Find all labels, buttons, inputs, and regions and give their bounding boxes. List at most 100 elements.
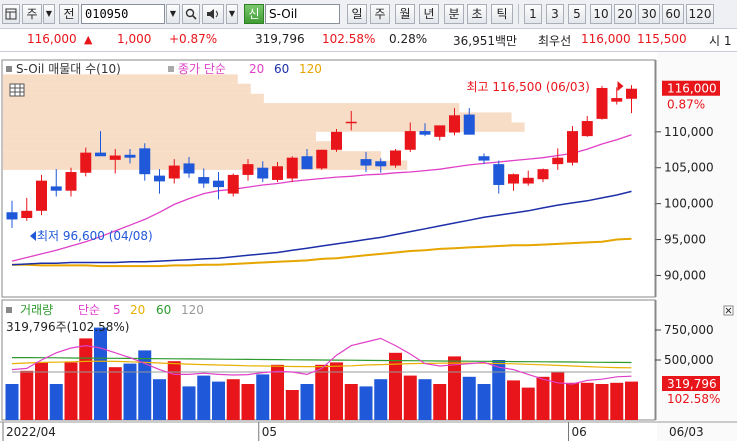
volume-bar[interactable]	[197, 375, 211, 420]
candle-body[interactable]	[537, 169, 549, 180]
candle-body[interactable]	[522, 177, 534, 184]
interval-button-3[interactable]: 3	[546, 4, 564, 24]
candle-body[interactable]	[626, 88, 637, 99]
candle-body[interactable]	[552, 157, 564, 165]
interval-button-10[interactable]: 10	[590, 4, 612, 24]
candle-body[interactable]	[213, 180, 224, 188]
candle-body[interactable]	[419, 131, 431, 135]
candle-body[interactable]	[109, 155, 121, 160]
candle-body[interactable]	[286, 157, 298, 179]
volume-bar[interactable]	[595, 384, 609, 420]
candle-body[interactable]	[80, 152, 92, 173]
tab-period-month[interactable]: 월	[395, 4, 415, 24]
candle-body[interactable]	[596, 88, 608, 119]
volume-bar[interactable]	[330, 362, 343, 420]
interval-button-60[interactable]: 60	[662, 4, 684, 24]
volume-bar[interactable]	[492, 360, 506, 420]
candle-body[interactable]	[404, 131, 416, 150]
volume-bar[interactable]	[256, 374, 270, 420]
volume-bar[interactable]	[138, 350, 152, 420]
volume-bar[interactable]	[182, 386, 196, 420]
tab-period-day[interactable]: 일	[347, 4, 367, 24]
volume-bar[interactable]	[433, 384, 447, 420]
volume-bar[interactable]	[551, 372, 565, 420]
volume-bar[interactable]	[5, 384, 19, 420]
candle-body[interactable]	[183, 163, 195, 174]
volume-bar[interactable]	[108, 367, 122, 420]
candle-body[interactable]	[301, 156, 313, 170]
interval-button-5[interactable]: 5	[568, 4, 586, 24]
volume-bar[interactable]	[610, 382, 624, 420]
candle-body[interactable]	[316, 149, 328, 169]
volume-bar[interactable]	[403, 375, 417, 420]
interval-button-1[interactable]: 1	[524, 4, 542, 24]
volume-bar[interactable]	[271, 364, 284, 420]
tab-period-year[interactable]: 년	[419, 4, 439, 24]
candle-body[interactable]	[434, 125, 446, 137]
volume-bar[interactable]	[507, 380, 520, 420]
tab-period-tick[interactable]: 틱	[491, 4, 513, 24]
volume-bar[interactable]	[477, 384, 491, 420]
candle-body[interactable]	[331, 131, 342, 150]
vol-ma60-legend[interactable]: 60	[156, 303, 171, 317]
candle-body[interactable]	[449, 115, 460, 133]
ma20-legend[interactable]: 20	[249, 62, 264, 76]
candle-body[interactable]	[345, 121, 357, 124]
stock-name-input[interactable]	[265, 4, 340, 24]
volume-bar[interactable]	[285, 390, 299, 420]
candle-body[interactable]	[567, 131, 578, 163]
interval-button-30[interactable]: 30	[638, 4, 660, 24]
candle-body[interactable]	[95, 152, 106, 157]
candle-body[interactable]	[257, 167, 269, 179]
volume-bar[interactable]	[448, 356, 461, 420]
market-dropdown-icon[interactable]: ▼	[43, 4, 55, 24]
volume-bar[interactable]	[153, 379, 166, 420]
volume-bar[interactable]	[35, 362, 48, 420]
candle-body[interactable]	[272, 166, 283, 180]
chart-area[interactable]: S-Oil 매물대 수(10) 종가 단순 20 60 120 최고 116,5…	[0, 52, 737, 441]
volume-bar[interactable]	[359, 386, 373, 420]
candle-body[interactable]	[375, 161, 387, 167]
search-icon[interactable]	[182, 4, 200, 24]
ma60-legend[interactable]: 60	[274, 62, 289, 76]
volume-bar[interactable]	[167, 361, 181, 420]
tab-period-week[interactable]: 주	[370, 4, 390, 24]
candle-body[interactable]	[198, 177, 210, 184]
volume-bar[interactable]	[418, 379, 432, 420]
tab-period-second[interactable]: 초	[467, 4, 487, 24]
volume-bar[interactable]	[315, 364, 329, 420]
volume-bar[interactable]	[374, 379, 388, 420]
close-pane-icon[interactable]	[723, 305, 734, 316]
volume-bar[interactable]	[64, 362, 78, 420]
interval-button-120[interactable]: 120	[686, 4, 714, 24]
volume-bar[interactable]	[580, 382, 594, 420]
candle-body[interactable]	[139, 148, 151, 175]
candle-body[interactable]	[124, 154, 136, 158]
volume-bar[interactable]	[625, 381, 638, 420]
speaker-icon[interactable]	[202, 4, 224, 24]
candle-body[interactable]	[6, 212, 18, 220]
volume-bar[interactable]	[49, 384, 63, 420]
volume-bar[interactable]	[226, 379, 240, 420]
candle-body[interactable]	[390, 150, 401, 166]
sound-dropdown-icon[interactable]: ▼	[226, 4, 238, 24]
vol-ma20-legend[interactable]: 20	[130, 303, 145, 317]
candle-body[interactable]	[581, 121, 593, 137]
volume-bar[interactable]	[566, 382, 579, 420]
market-button[interactable]: 주	[22, 4, 42, 24]
candle-body[interactable]	[168, 165, 180, 179]
ma120-legend[interactable]: 120	[299, 62, 322, 76]
vol-ma5-legend[interactable]: 5	[113, 303, 121, 317]
volume-bar[interactable]	[79, 338, 93, 420]
volume-bar[interactable]	[536, 376, 550, 420]
candle-body[interactable]	[50, 186, 62, 191]
volume-bar[interactable]	[389, 352, 402, 420]
volume-bar[interactable]	[462, 376, 476, 420]
volume-bar[interactable]	[300, 384, 314, 420]
volume-bar[interactable]	[20, 370, 34, 420]
volume-bar[interactable]	[521, 387, 535, 420]
volume-bar[interactable]	[94, 327, 107, 420]
candle-body[interactable]	[360, 159, 372, 166]
code-dropdown-icon[interactable]: ▼	[166, 4, 180, 24]
vol-ma120-legend[interactable]: 120	[181, 303, 204, 317]
